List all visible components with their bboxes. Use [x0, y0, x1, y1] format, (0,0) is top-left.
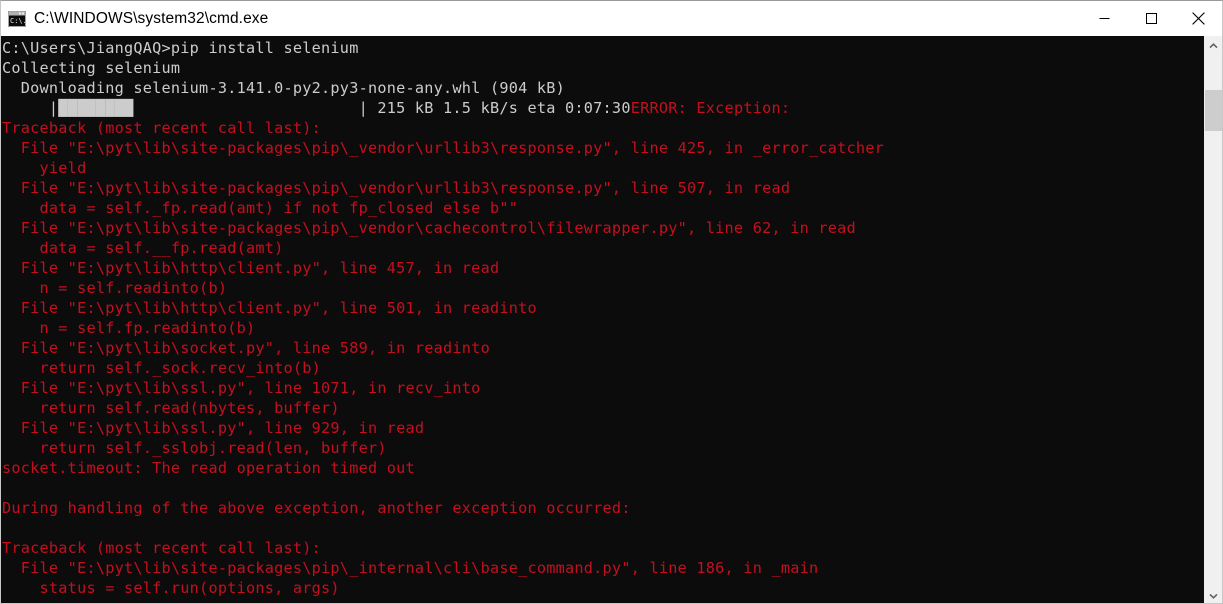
console-line-segment: C:\Users\JiangQAQ>pip install selenium [2, 39, 359, 57]
console-line-segment: ERROR: Exception: [630, 99, 791, 117]
console-line-segment: File "E:\pyt\lib\site-packages\pip\_vend… [2, 219, 856, 237]
console-line: File "E:\pyt\lib\ssl.py", line 929, in r… [2, 418, 1204, 438]
console-line-segment: socket.timeout: The read operation timed… [2, 459, 415, 477]
console-line: yield [2, 158, 1204, 178]
minimize-button[interactable] [1081, 1, 1128, 36]
window-title: C:\WINDOWS\system32\cmd.exe [34, 9, 269, 27]
console-line: status = self.run(options, args) [2, 578, 1204, 598]
console-line: File "E:\pyt\lib\http\client.py", line 5… [2, 298, 1204, 318]
scrollbar-thumb[interactable] [1205, 90, 1222, 131]
console-line: File "E:\pyt\lib\site-packages\pip\_vend… [2, 218, 1204, 238]
caption-button-group [1081, 1, 1222, 36]
console-line-segment: Downloading selenium-3.141.0-py2.py3-non… [2, 79, 566, 97]
console-line-segment: During handling of the above exception, … [2, 499, 631, 517]
console-line: return self.read(nbytes, buffer) [2, 398, 1204, 418]
console-line: n = self.fp.readinto(b) [2, 318, 1204, 338]
console-scrollbar[interactable] [1204, 36, 1222, 603]
console-line-segment: File "E:\pyt\lib\ssl.py", line 1071, in … [2, 379, 481, 397]
console-line: n = self.readinto(b) [2, 278, 1204, 298]
cmd-window: C:\. C:\WINDOWS\system32\cmd.exe C:\User… [0, 0, 1223, 604]
console-line: Collecting selenium [2, 58, 1204, 78]
console-line: File "E:\pyt\lib\socket.py", line 589, i… [2, 338, 1204, 358]
console-line-segment: File "E:\pyt\lib\http\client.py", line 4… [2, 259, 500, 277]
console-line-segment: Traceback (most recent call last): [2, 539, 322, 557]
console-line-segment: n = self.fp.readinto(b) [2, 319, 256, 337]
chevron-down-icon [1209, 586, 1218, 604]
scroll-up-button[interactable] [1205, 36, 1222, 53]
cmd-console-icon: C:\. [7, 10, 27, 27]
console-line-segment: File "E:\pyt\lib\site-packages\pip\_vend… [2, 179, 791, 197]
console-line: File "E:\pyt\lib\http\client.py", line 4… [2, 258, 1204, 278]
scrollbar-track[interactable] [1205, 53, 1222, 586]
console-line: |████████ | 215 kB 1.5 kB/s eta 0:07:30E… [2, 98, 1204, 118]
close-icon [1192, 12, 1205, 25]
console-line-segment: Collecting selenium [2, 59, 181, 77]
console-line-segment: File "E:\pyt\lib\http\client.py", line 5… [2, 299, 537, 317]
console-line: File "E:\pyt\lib\ssl.py", line 1071, in … [2, 378, 1204, 398]
console-client-area[interactable]: C:\Users\JiangQAQ>pip install selenium Co… [1, 36, 1222, 603]
svg-text:C:\.: C:\. [10, 17, 26, 25]
console-line: During handling of the above exception, … [2, 498, 1204, 518]
console-output[interactable]: C:\Users\JiangQAQ>pip install selenium Co… [1, 36, 1204, 603]
console-line-segment: n = self.readinto(b) [2, 279, 228, 297]
console-line-segment: Traceback (most recent call last): [2, 119, 322, 137]
console-line: C:\Users\JiangQAQ>pip install selenium [2, 38, 1204, 58]
console-line-segment: return self.read(nbytes, buffer) [2, 399, 340, 417]
console-line-segment: yield [2, 159, 87, 177]
window-titlebar[interactable]: C:\. C:\WINDOWS\system32\cmd.exe [1, 1, 1222, 36]
console-line: File "E:\pyt\lib\site-packages\pip\_vend… [2, 138, 1204, 158]
console-line: data = self.__fp.read(amt) [2, 238, 1204, 258]
console-line-segment: status = self.run(options, args) [2, 579, 340, 597]
console-line-segment: File "E:\pyt\lib\site-packages\pip\_vend… [2, 139, 885, 157]
console-line-segment: return self._sock.recv_into(b) [2, 359, 322, 377]
console-line: data = self._fp.read(amt) if not fp_clos… [2, 198, 1204, 218]
console-line: File "E:\pyt\lib\site-packages\pip\_inte… [2, 558, 1204, 578]
console-line-segment: File "E:\pyt\lib\socket.py", line 589, i… [2, 339, 490, 357]
scroll-down-button[interactable] [1205, 586, 1222, 603]
console-line: File "E:\pyt\lib\site-packages\pip\_vend… [2, 178, 1204, 198]
console-line: Traceback (most recent call last): [2, 538, 1204, 558]
console-line: return self._sslobj.read(len, buffer) [2, 438, 1204, 458]
console-line: socket.timeout: The read operation timed… [2, 458, 1204, 478]
console-line-segment: File "E:\pyt\lib\site-packages\pip\_inte… [2, 559, 819, 577]
console-line-segment: return self._sslobj.read(len, buffer) [2, 439, 387, 457]
close-button[interactable] [1175, 1, 1222, 36]
maximize-icon [1146, 13, 1157, 24]
console-line: return self._sock.recv_into(b) [2, 358, 1204, 378]
maximize-button[interactable] [1128, 1, 1175, 36]
chevron-up-icon [1209, 36, 1218, 54]
console-line: Downloading selenium-3.141.0-py2.py3-non… [2, 78, 1204, 98]
console-line-segment: data = self._fp.read(amt) if not fp_clos… [2, 199, 519, 217]
minimize-icon [1099, 13, 1110, 24]
console-line: Traceback (most recent call last): [2, 118, 1204, 138]
console-line-segment: data = self.__fp.read(amt) [2, 239, 284, 257]
console-line-segment: |████████ | 215 kB 1.5 kB/s eta 0:07:30 [2, 99, 631, 117]
console-line-segment: File "E:\pyt\lib\ssl.py", line 929, in r… [2, 419, 425, 437]
